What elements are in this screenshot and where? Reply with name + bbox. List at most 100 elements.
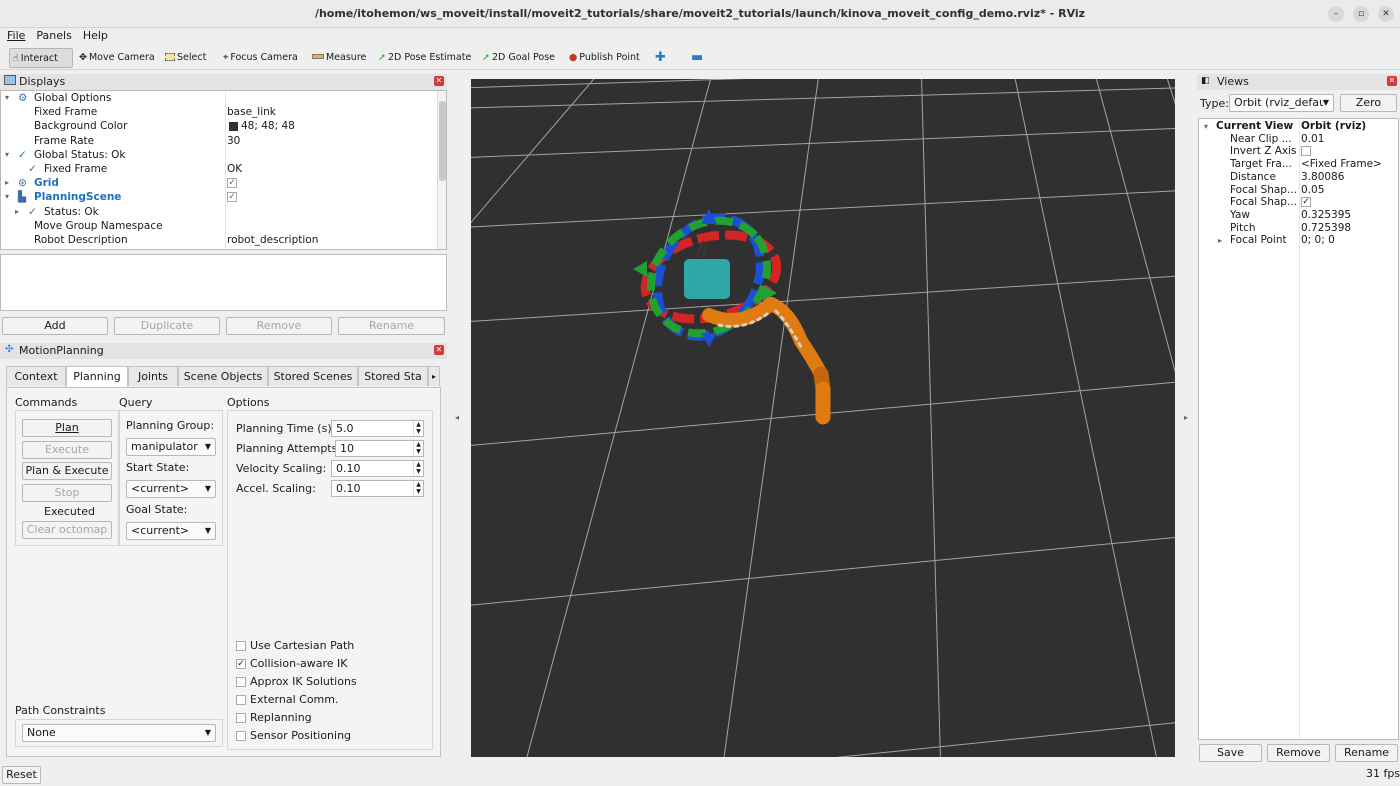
display-row[interactable]: Move Group Namespace <box>1 219 437 233</box>
display-row[interactable]: ▾ ✓ Global Status: Ok <box>1 148 437 162</box>
minimize-icon[interactable]: – <box>1328 6 1344 22</box>
display-row[interactable]: ▾ ⚙ Global Options <box>1 91 437 105</box>
rename-display-button[interactable]: Rename <box>338 317 445 335</box>
spin-arrows-icon[interactable]: ▲ ▼ <box>413 481 423 496</box>
velocity-scaling-input[interactable]: 0.10 ▲ ▼ <box>331 460 424 477</box>
expand-arrow-icon[interactable]: ▾ <box>5 190 9 204</box>
3d-viewport[interactable] <box>471 79 1175 757</box>
option-checkbox[interactable] <box>236 731 246 741</box>
goal-state-select[interactable]: <current> ▼ <box>126 522 216 540</box>
collapse-arrow-icon[interactable]: ▸ <box>1218 234 1222 247</box>
publish-point-tool-button[interactable]: ● Publish Point <box>566 48 643 68</box>
view-property-value[interactable]: Orbit (rviz) <box>1301 120 1366 133</box>
expand-arrow-icon[interactable]: ▾ <box>5 91 9 105</box>
tab-scroll-right-icon[interactable]: ▸ <box>428 366 440 386</box>
display-row[interactable]: Fixed Frame base_link <box>1 105 437 119</box>
remove-tool-icon[interactable]: ▬ <box>688 48 706 68</box>
focus-camera-tool-button[interactable]: ⌖ Focus Camera <box>220 48 301 68</box>
color-swatch[interactable] <box>229 122 238 132</box>
close-icon[interactable]: ✕ <box>1387 76 1397 86</box>
option-checkbox[interactable] <box>236 695 246 705</box>
clear-octomap-button[interactable]: Clear octomap <box>22 521 112 539</box>
menu-file[interactable]: File <box>3 28 29 42</box>
spin-arrows-icon[interactable]: ▲ ▼ <box>413 441 423 456</box>
planning-time-input[interactable]: 5.0 ▲ ▼ <box>331 420 424 437</box>
tab-joints[interactable]: Joints <box>128 366 178 386</box>
tab-context[interactable]: Context <box>6 366 66 386</box>
planning-attempts-input[interactable]: 10 ▲ ▼ <box>335 440 424 457</box>
stop-button[interactable]: Stop <box>22 484 112 502</box>
scrollbar-thumb[interactable] <box>439 101 446 181</box>
views-tree[interactable]: ▾ Current View Orbit (rviz) Near Clip ... 0.… <box>1198 118 1399 740</box>
display-row[interactable]: ✓ Fixed Frame OK <box>1 162 437 176</box>
add-display-button[interactable]: Add <box>2 317 108 335</box>
add-tool-icon[interactable]: ✚ <box>652 48 669 68</box>
view-property-value[interactable]: 3.80086 <box>1301 171 1344 184</box>
display-row[interactable]: Robot Description robot_description <box>1 233 437 247</box>
display-row[interactable]: ▸ ✓ Status: Ok <box>1 205 437 219</box>
expand-arrow-icon[interactable]: ▾ <box>1204 120 1208 133</box>
option-checkbox[interactable] <box>236 677 246 687</box>
displays-tree[interactable]: ▾ ⚙ Global Options Fixed Frame base_link Back… <box>0 90 447 250</box>
start-state-select[interactable]: <current> ▼ <box>126 480 216 498</box>
maximize-icon[interactable]: ▫ <box>1353 6 1369 22</box>
display-row[interactable]: Background Color 48; 48; 48 <box>1 119 437 133</box>
option-checkbox[interactable] <box>236 713 246 723</box>
path-constraints-select[interactable]: None ▼ <box>22 724 216 742</box>
tab-planning[interactable]: Planning <box>66 366 128 387</box>
display-row[interactable]: ▾ ▙ PlanningScene ✓ <box>1 190 437 204</box>
move-icon: ✥ <box>79 52 87 63</box>
remove-display-button[interactable]: Remove <box>226 317 332 335</box>
view-type-select[interactable]: Orbit (rviz_defau ▼ <box>1229 94 1334 112</box>
move-camera-tool-button[interactable]: ✥ Move Camera <box>76 48 158 68</box>
interact-tool-button[interactable]: ☝ Interact <box>9 48 73 68</box>
pose-estimate-tool-button[interactable]: ➚ 2D Pose Estimate <box>375 48 474 68</box>
viewport-canvas[interactable] <box>471 79 1175 757</box>
expand-arrow-icon[interactable]: ▾ <box>5 148 9 162</box>
planning-group-select[interactable]: manipulator ▼ <box>126 438 216 456</box>
accel-scaling-input[interactable]: 0.10 ▲ ▼ <box>331 480 424 497</box>
planning-time-label: Planning Time (s): <box>236 422 336 435</box>
tab-stored-scenes[interactable]: Stored Scenes <box>268 366 358 386</box>
view-property-checkbox[interactable]: ✓ <box>1301 197 1311 208</box>
display-row[interactable]: ▸ ⊛ Grid ✓ <box>1 176 437 190</box>
save-view-button[interactable]: Save <box>1199 744 1262 762</box>
reset-button[interactable]: Reset <box>2 766 41 784</box>
option-checkbox[interactable] <box>236 641 246 651</box>
view-property-value[interactable]: 0.01 <box>1301 133 1324 146</box>
duplicate-display-button[interactable]: Duplicate <box>114 317 220 335</box>
spin-arrows-icon[interactable]: ▲ ▼ <box>413 461 423 476</box>
view-property-value[interactable]: 0.725398 <box>1301 222 1351 235</box>
view-property-checkbox[interactable] <box>1301 146 1311 157</box>
measure-tool-button[interactable]: Measure <box>309 48 369 68</box>
close-icon[interactable]: ✕ <box>434 345 444 355</box>
collapse-arrow-icon[interactable]: ▸ <box>5 176 9 190</box>
remove-view-button[interactable]: Remove <box>1267 744 1330 762</box>
zero-button[interactable]: Zero <box>1340 94 1397 112</box>
menu-panels[interactable]: Panels <box>32 28 75 42</box>
rename-view-button[interactable]: Rename <box>1335 744 1398 762</box>
select-tool-button[interactable]: Select <box>162 48 209 68</box>
option-checkbox[interactable]: ✓ <box>236 659 246 669</box>
goal-pose-tool-button[interactable]: ➚ 2D Goal Pose <box>479 48 558 68</box>
execute-button[interactable]: Execute <box>22 441 112 459</box>
plan-button[interactable]: Plan <box>22 419 112 437</box>
displays-scrollbar[interactable] <box>437 91 446 249</box>
spin-arrows-icon[interactable]: ▲ ▼ <box>413 421 423 436</box>
enabled-checkbox[interactable]: ✓ <box>227 178 237 189</box>
plan-and-execute-button[interactable]: Plan & Execute <box>22 462 112 480</box>
enabled-checkbox[interactable]: ✓ <box>227 192 237 203</box>
tab-scene-objects[interactable]: Scene Objects <box>178 366 268 386</box>
collapse-left-icon[interactable]: ◂ <box>455 413 459 422</box>
tab-stored-states[interactable]: Stored Sta <box>358 366 428 386</box>
collapse-arrow-icon[interactable]: ▸ <box>15 205 19 219</box>
menu-help[interactable]: Help <box>79 28 112 42</box>
collapse-right-icon[interactable]: ▸ <box>1184 413 1188 422</box>
view-property-value[interactable]: 0.325395 <box>1301 209 1351 222</box>
close-icon[interactable]: ✕ <box>434 76 444 86</box>
view-property-value[interactable]: 0.05 <box>1301 184 1324 197</box>
close-icon[interactable]: ✕ <box>1378 6 1394 22</box>
view-property-value[interactable]: 0; 0; 0 <box>1301 234 1335 247</box>
view-property-value[interactable]: <Fixed Frame> <box>1301 158 1382 171</box>
display-row[interactable]: Frame Rate 30 <box>1 134 437 148</box>
